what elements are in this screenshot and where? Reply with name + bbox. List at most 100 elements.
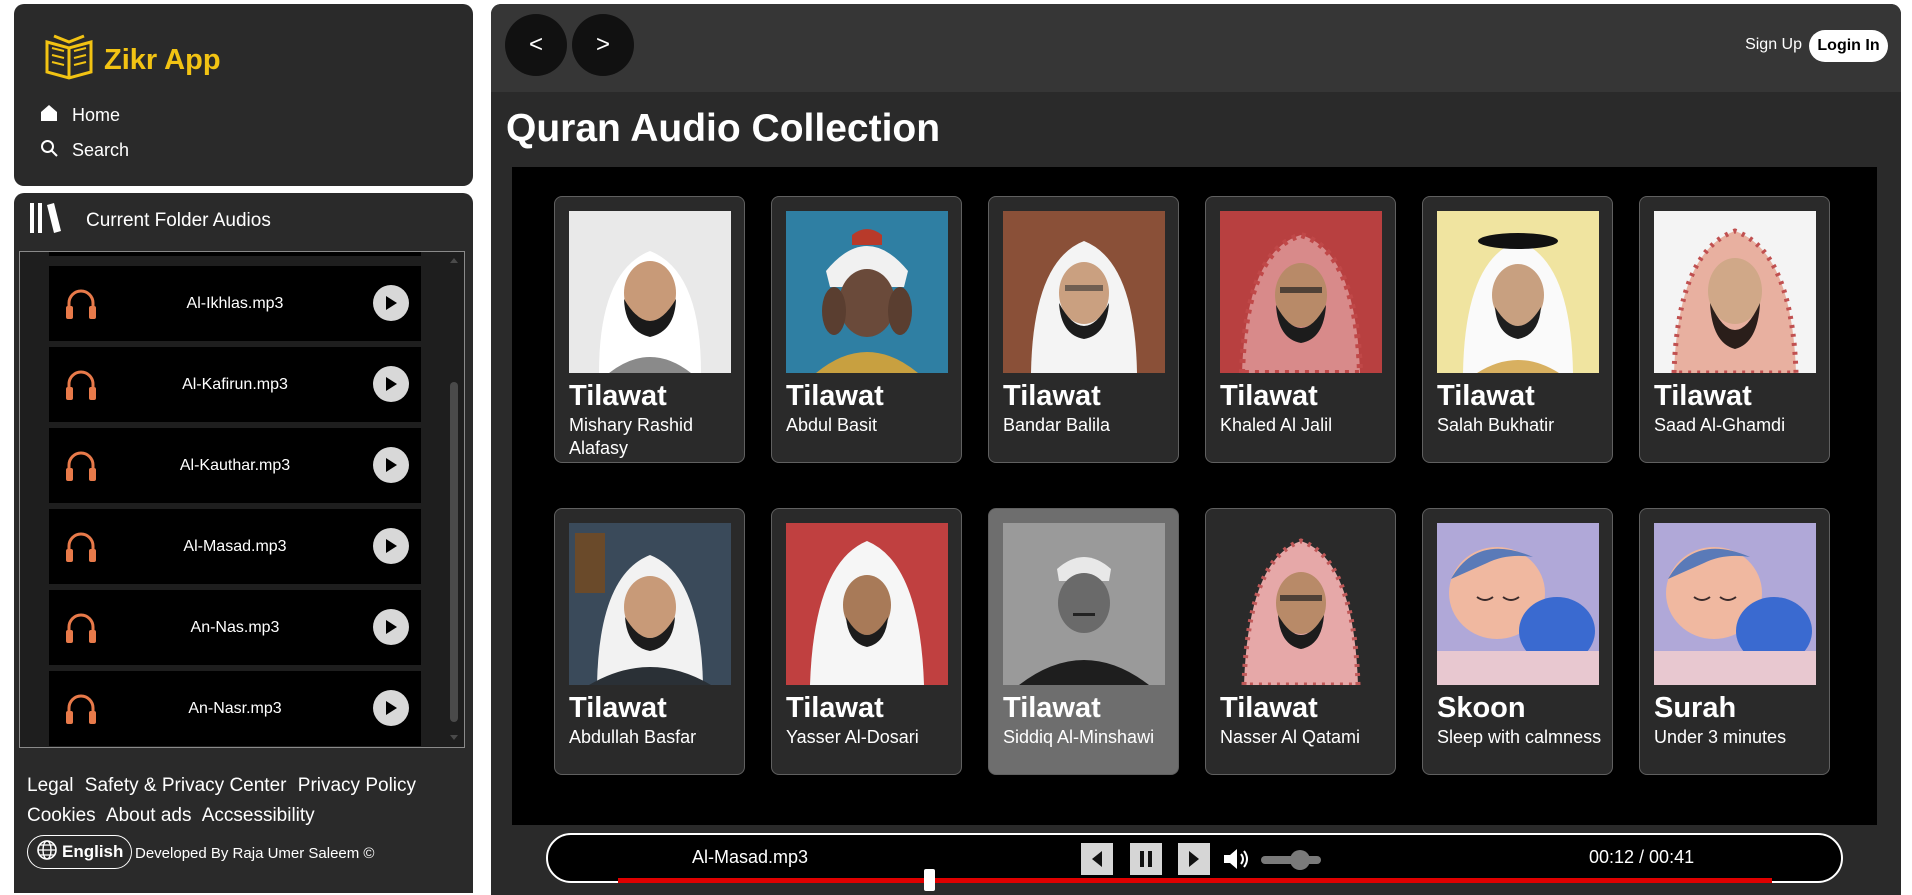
play-button[interactable] xyxy=(373,366,409,402)
list-item-name: An-Nasr.mp3 xyxy=(188,699,282,717)
scroll-up-icon[interactable] xyxy=(448,256,460,264)
footer-link-privacy[interactable]: Privacy Policy xyxy=(298,775,416,796)
audio-list[interactable]: Al-Ikhlas.mp3 Al-Kafirun.mp3 Al-Kauthar.… xyxy=(19,251,465,748)
footer-link-safety[interactable]: Safety & Privacy Center xyxy=(85,775,287,796)
card-title: Tilawat xyxy=(1437,380,1535,412)
volume-icon[interactable] xyxy=(1222,845,1252,878)
progress-bar[interactable] xyxy=(618,878,1772,883)
next-button[interactable] xyxy=(1178,843,1210,875)
top-bar: < > Sign Up Login In xyxy=(491,4,1901,92)
play-button[interactable] xyxy=(373,609,409,645)
card-subtitle: Saad Al-Ghamdi xyxy=(1654,415,1786,435)
card-title: Tilawat xyxy=(1003,692,1101,724)
list-item[interactable]: Al-Ikhlas.mp3 xyxy=(49,266,421,341)
card-title: Tilawat xyxy=(786,692,884,724)
previous-button[interactable] xyxy=(1081,843,1113,875)
sidebar-library-panel: Current Folder Audios Al-Ikhlas.mp3 Al-K… xyxy=(14,193,473,893)
reciter-photo xyxy=(569,211,731,373)
reciter-photo xyxy=(1220,211,1382,373)
card-subtitle: Yasser Al-Dosari xyxy=(786,727,919,747)
language-label: English xyxy=(62,842,124,861)
footer-link-cookies[interactable]: Cookies xyxy=(27,805,96,826)
card-title: Tilawat xyxy=(1003,380,1101,412)
page-title: Quran Audio Collection xyxy=(506,107,941,150)
sidebar-nav-panel: Zikr App Home Search xyxy=(14,4,473,186)
playback-time: 00:12 / 00:41 xyxy=(1589,847,1695,867)
nav-home[interactable]: Home xyxy=(40,104,120,127)
reciter-photo xyxy=(569,523,731,685)
card-khaled-al-jalil[interactable]: Tilawat Khaled Al Jalil xyxy=(1205,196,1396,463)
app-name: Zikr App xyxy=(104,44,221,76)
app-logo[interactable]: Zikr App xyxy=(44,34,221,87)
list-item-name: Al-Masad.mp3 xyxy=(183,537,287,555)
card-subtitle: Mishary Rashid Alafasy xyxy=(569,415,694,458)
language-button[interactable]: English xyxy=(27,835,133,869)
list-item[interactable]: An-Nasr.mp3 xyxy=(49,671,421,746)
card-abdullah-basfar[interactable]: Tilawat Abdullah Basfar xyxy=(554,508,745,775)
signup-button[interactable]: Sign Up xyxy=(1745,36,1802,54)
folder-header: Current Folder Audios xyxy=(28,201,271,241)
volume-knob[interactable] xyxy=(1290,850,1310,870)
card-salah-bukhatir[interactable]: Tilawat Salah Bukhatir xyxy=(1422,196,1613,463)
progress-knob[interactable] xyxy=(924,869,936,891)
card-abdul-basit[interactable]: Tilawat Abdul Basit xyxy=(771,196,962,463)
play-button[interactable] xyxy=(373,447,409,483)
main-content: < > Sign Up Login In Quran Audio Collect… xyxy=(491,4,1901,895)
reciter-photo xyxy=(1003,523,1165,685)
card-subtitle: Bandar Balila xyxy=(1003,415,1111,435)
forward-button[interactable]: > xyxy=(572,14,634,76)
scroll-down-icon[interactable] xyxy=(448,734,460,742)
pause-button[interactable] xyxy=(1130,843,1162,875)
list-item-name: Al-Kafirun.mp3 xyxy=(182,375,288,393)
nav-search[interactable]: Search xyxy=(40,139,129,162)
card-yasser-al-dosari[interactable]: Tilawat Yasser Al-Dosari xyxy=(771,508,962,775)
card-title: Tilawat xyxy=(1220,692,1318,724)
card-title: Surah xyxy=(1654,692,1737,724)
card-siddiq-al-minshawi[interactable]: Tilawat Siddiq Al-Minshawi xyxy=(988,508,1179,775)
headphones-icon xyxy=(63,448,99,489)
card-alafasy[interactable]: Tilawat Mishary Rashid Alafasy xyxy=(554,196,745,463)
play-button[interactable] xyxy=(373,690,409,726)
play-button[interactable] xyxy=(373,528,409,564)
list-scrollbar[interactable] xyxy=(448,256,460,742)
card-surah[interactable]: Surah Under 3 minutes xyxy=(1639,508,1830,775)
card-subtitle: Under 3 minutes xyxy=(1654,727,1787,747)
nav-home-label: Home xyxy=(72,105,121,125)
card-title: Tilawat xyxy=(786,380,884,412)
footer-link-ads[interactable]: About ads xyxy=(106,805,192,826)
headphones-icon xyxy=(63,610,99,651)
list-item-name: An-Nas.mp3 xyxy=(190,618,280,636)
list-item[interactable]: Al-Masad.mp3 xyxy=(49,509,421,584)
play-button[interactable] xyxy=(373,285,409,321)
list-item[interactable]: Al-Kauthar.mp3 xyxy=(49,428,421,503)
search-icon xyxy=(40,139,58,162)
pause-icon xyxy=(1140,851,1152,867)
list-item-name: Al-Ikhlas.mp3 xyxy=(186,294,284,312)
list-item[interactable]: Al-Kafirun.mp3 xyxy=(49,347,421,422)
card-subtitle: Khaled Al Jalil xyxy=(1220,415,1333,435)
card-title: Tilawat xyxy=(1220,380,1318,412)
reciter-photo xyxy=(786,211,948,373)
previous-icon xyxy=(1092,851,1102,867)
folder-title: Current Folder Audios xyxy=(86,210,271,231)
card-skoon[interactable]: Skoon Sleep with calmness xyxy=(1422,508,1613,775)
footer-link-accessibility[interactable]: Accsessibility xyxy=(202,805,315,826)
headphones-icon xyxy=(63,529,99,570)
scroll-thumb[interactable] xyxy=(450,382,458,722)
reciter-photo xyxy=(1437,211,1599,373)
card-saad-al-ghamdi[interactable]: Tilawat Saad Al-Ghamdi xyxy=(1639,196,1830,463)
nav-search-label: Search xyxy=(72,140,130,160)
sleeping-baby-illustration xyxy=(1654,523,1816,685)
footer-link-legal[interactable]: Legal xyxy=(27,775,74,796)
back-button[interactable]: < xyxy=(505,14,567,76)
quran-book-icon xyxy=(44,34,94,87)
card-bandar-balila[interactable]: Tilawat Bandar Balila xyxy=(988,196,1179,463)
card-nasser-al-qatami[interactable]: Tilawat Nasser Al Qatami xyxy=(1205,508,1396,775)
login-button[interactable]: Login In xyxy=(1809,30,1888,62)
collection-grid: Tilawat Mishary Rashid Alafasy Tilawat A… xyxy=(512,167,1877,825)
list-item[interactable]: An-Nas.mp3 xyxy=(49,590,421,665)
headphones-icon xyxy=(63,286,99,327)
library-icon xyxy=(28,201,62,241)
card-subtitle: Abdullah Basfar xyxy=(569,727,697,747)
list-item-name: Al-Kauthar.mp3 xyxy=(179,456,291,474)
